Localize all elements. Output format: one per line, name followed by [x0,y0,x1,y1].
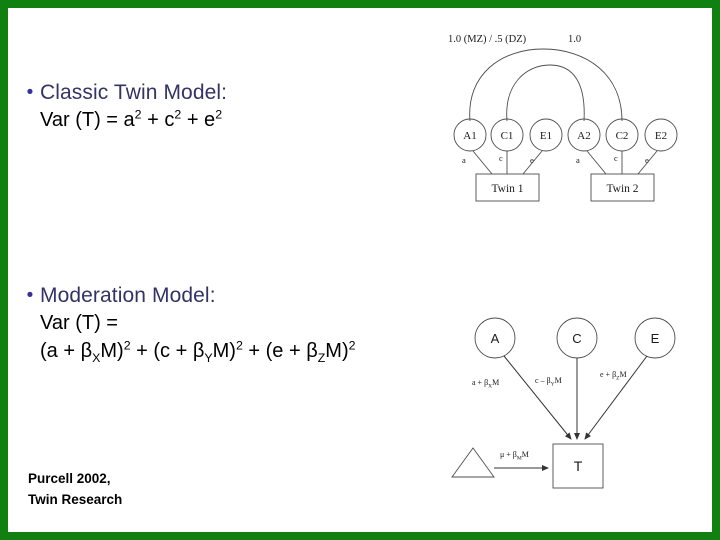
formula-run: + (e + β [242,340,318,362]
corr-label-c: 1.0 [568,34,581,45]
path-a-to-t [503,355,572,440]
latent-label-c2: C2 [616,130,629,142]
latent-circle-e2: E2 [644,118,678,152]
slide-border-top [0,0,720,8]
latent-circle-c: C [556,317,598,359]
path-label-e-to-t: e + βZM [600,370,627,382]
citation-line-1: Purcell 2002, [28,471,111,486]
path-a2-twin2 [586,150,607,175]
observed-box-t: T [552,443,604,489]
path-label-mean: μ + βMM [500,450,529,462]
slide-canvas: • Classic Twin Model: Var (T) = a2 + c2 … [0,0,720,540]
bullet-heading-text: Moderation Model: [40,284,216,307]
latent-circle-c2: C2 [605,118,639,152]
formula-run: 2 [215,107,223,122]
bullet-heading-text: Classic Twin Model: [40,81,228,104]
bullet-marker-icon: • [26,285,34,306]
formula-run: 2 [235,338,243,353]
slide-border-bottom [0,532,720,540]
path-label-c-to-t: c – βYM [535,376,562,388]
observed-label-twin1: Twin 1 [491,183,523,195]
bullet-classic-twin-model: • Classic Twin Model: Var (T) = a2 + c2 … [20,80,440,134]
latent-label-a: A [491,331,500,346]
slide-border-right [712,0,720,540]
path-label-e2: e [645,155,649,165]
formula-classic-variance: Var (T) = a2 + c2 + e2 [40,106,440,134]
constant-triangle-icon [451,447,495,478]
arc-c1-c2 [506,64,585,122]
formula-run: 2 [134,107,142,122]
slide-body-text: • Classic Twin Model: Var (T) = a2 + c2 … [20,18,440,518]
formula-run: Var (T) = [40,312,118,334]
latent-label-c: C [572,331,581,346]
formula-run: 2 [123,338,131,353]
observed-label-twin2: Twin 2 [606,183,638,195]
formula-run: + c [141,109,175,131]
path-label-a2: a [576,155,580,165]
classic-twin-diagram: 1.0 (MZ) / .5 (DZ) 1.0 A1 C1 E1 A2 C2 E2… [440,22,712,217]
latent-label-c1: C1 [501,130,514,142]
observed-box-twin2: Twin 2 [590,173,655,202]
path-label-c2: c [614,153,618,163]
formula-run: Y [204,351,213,365]
bullet-heading-row: • Moderation Model: [20,283,440,309]
latent-label-e2: E2 [655,130,667,142]
bullet-moderation-model: • Moderation Model: Var (T) = (a + βXM)2… [20,283,440,365]
latent-circle-a: A [474,317,516,359]
latent-circle-e: E [634,317,676,359]
latent-circle-a1: A1 [453,118,487,152]
formula-moderation-variance-lhs: Var (T) = [40,309,440,337]
citation-block: Purcell 2002, Twin Research [28,468,122,510]
observed-box-twin1: Twin 1 [475,173,540,202]
observed-label-t: T [574,458,583,474]
formula-run: (a + β [40,340,93,362]
formula-run: + (c + β [130,340,205,362]
path-e-to-t [584,355,648,440]
latent-circle-c1: C1 [490,118,524,152]
latent-label-a1: A1 [463,130,476,142]
slide-border-left [0,0,8,540]
path-a1-twin1 [472,150,493,175]
latent-circle-a2: A2 [567,118,601,152]
formula-run: 2 [348,338,356,353]
path-label-e1: e [530,155,534,165]
path-label-c1: c [499,153,503,163]
latent-label-a2: A2 [577,130,590,142]
formula-run: M) [212,340,236,362]
formula-run: M) [100,340,124,362]
formula-run: Var (T) = a [40,109,135,131]
bullet-marker-icon: • [26,82,34,103]
bullet-heading-row: • Classic Twin Model: [20,80,440,106]
formula-moderation-variance-rhs: (a + βXM)2 + (c + βYM)2 + (e + βZM)2 [40,337,440,365]
moderation-diagram: A C E a + βXM c – βYM e + βZM μ + βMM T [440,305,702,505]
path-label-a1: a [462,155,466,165]
latent-label-e1: E1 [540,130,552,142]
citation-line-2: Twin Research [28,492,123,507]
latent-label-e: E [651,331,660,346]
corr-label-a: 1.0 (MZ) / .5 (DZ) [448,34,527,45]
formula-run: + e [181,109,216,131]
arc-a1-a2 [469,48,623,122]
latent-circle-e1: E1 [529,118,563,152]
formula-run: M) [325,340,349,362]
path-label-a-to-t: a + βXM [472,378,499,390]
